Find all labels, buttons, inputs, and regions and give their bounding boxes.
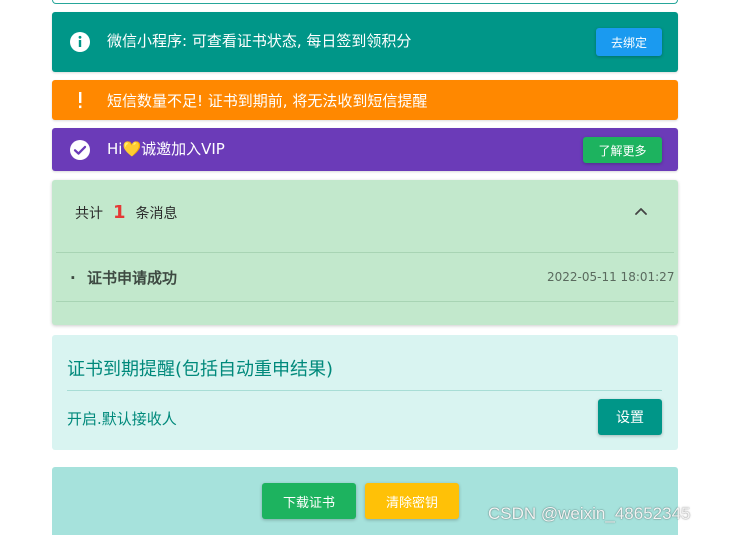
messages-suffix: 条消息 [135,206,178,222]
watermark: CSDN @weixin_48652345 [488,504,691,523]
wechat-notice-bar: 微信小程序: 可查看证书状态, 每日签到领积分 去绑定 [52,12,678,72]
download-certificate-button[interactable]: 下载证书 [262,483,356,519]
messages-divider [56,301,674,302]
check-circle-icon [69,139,91,161]
messages-count: 1 [113,202,126,223]
previous-panel-edge [52,0,678,4]
messages-header[interactable]: 共计 1 条消息 [75,202,178,223]
settings-button[interactable]: 设置 [598,399,662,435]
expiry-reminder-status: 开启.默认接收人 [67,410,177,428]
wechat-notice-text: 微信小程序: 可查看证书状态, 每日签到领积分 [107,32,412,50]
list-item-title: 证书申请成功 [86,269,177,287]
chevron-up-icon[interactable] [634,204,648,218]
messages-panel: 共计 1 条消息 · 证书申请成功 2022-05-11 18:01:27 [52,180,678,325]
expiry-reminder-divider [67,390,662,391]
exclamation-icon [69,89,91,111]
expiry-reminder-panel: 证书到期提醒(包括自动重申结果) 开启.默认接收人 设置 [52,335,678,450]
expiry-reminder-title: 证书到期提醒(包括自动重申结果) [67,359,334,380]
messages-divider [56,252,674,253]
messages-prefix: 共计 [75,206,103,222]
page: 微信小程序: 可查看证书状态, 每日签到领积分 去绑定 短信数量不足! 证书到期… [0,0,736,535]
sms-warning-text: 短信数量不足! 证书到期前, 将无法收到短信提醒 [107,92,428,110]
info-icon [69,31,91,53]
list-item[interactable]: · 证书申请成功 [70,267,177,288]
vip-invite-text: Hi💛诚邀加入VIP [107,140,225,158]
learn-more-button[interactable]: 了解更多 [583,137,662,163]
vip-invite-bar: Hi💛诚邀加入VIP 了解更多 [52,128,678,171]
list-item-time: 2022-05-11 18:01:27 [547,270,675,284]
clear-key-button[interactable]: 清除密钥 [365,483,459,519]
bind-button[interactable]: 去绑定 [596,28,662,56]
list-item-bullet: · [70,269,76,287]
action-panel: 下载证书 清除密钥 [52,467,678,535]
sms-warning-bar: 短信数量不足! 证书到期前, 将无法收到短信提醒 [52,80,678,120]
